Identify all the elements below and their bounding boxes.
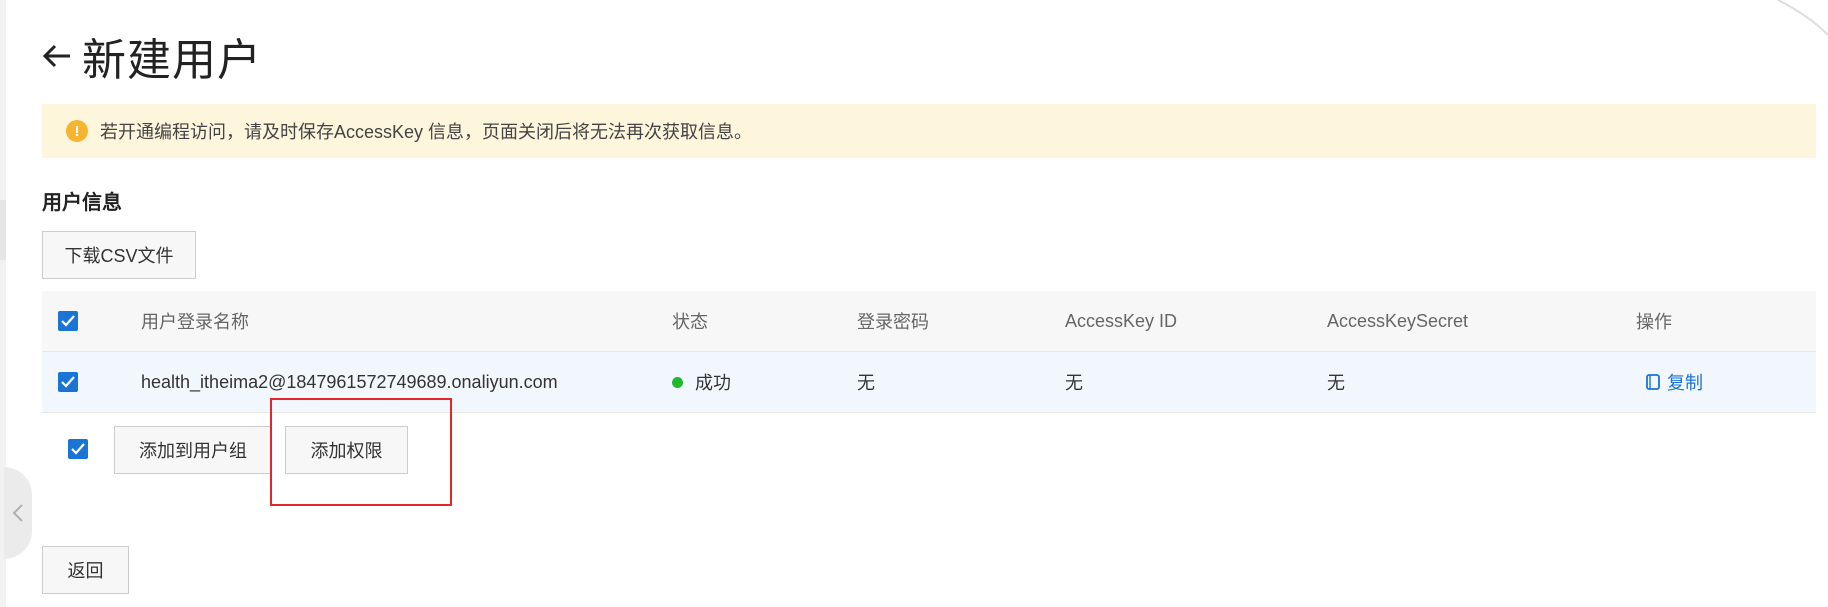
back-button[interactable]: 返回 bbox=[42, 546, 129, 594]
status-dot-icon bbox=[672, 376, 683, 388]
access-key-secret-value: 无 bbox=[1327, 373, 1345, 393]
row-checkbox[interactable] bbox=[58, 372, 78, 392]
table-header: 用户登录名称 状态 登录密码 AccessKey ID AccessKeySec… bbox=[42, 291, 1816, 352]
column-header-access-key-secret: AccessKeySecret bbox=[1327, 310, 1469, 331]
alert-text: 若开通编程访问，请及时保存AccessKey 信息，页面关闭后将无法再次获取信息… bbox=[100, 122, 753, 142]
page-title: 新建用户 bbox=[82, 36, 262, 85]
user-table: 用户登录名称 状态 登录密码 AccessKey ID AccessKeySec… bbox=[42, 291, 1816, 413]
row-checkbox-cell bbox=[58, 352, 78, 412]
arrow-left-icon[interactable] bbox=[40, 39, 74, 73]
bulk-select-checkbox[interactable] bbox=[68, 439, 88, 459]
login-name-value: health_itheima2@1847961572749689.onaliyu… bbox=[141, 371, 558, 392]
column-header-login-name: 用户登录名称 bbox=[141, 312, 249, 332]
add-permission-button[interactable]: 添加权限 bbox=[285, 426, 408, 474]
header-checkbox-cell bbox=[58, 291, 78, 351]
corner-decoration bbox=[1777, 0, 1828, 36]
column-header-access-key-id: AccessKey ID bbox=[1065, 310, 1178, 331]
column-header-actions: 操作 bbox=[1636, 312, 1672, 332]
checkmark-icon bbox=[61, 315, 75, 327]
checkmark-icon bbox=[71, 443, 85, 455]
select-all-checkbox[interactable] bbox=[58, 311, 78, 331]
copy-icon bbox=[1646, 374, 1660, 390]
access-key-id-value: 无 bbox=[1065, 373, 1083, 393]
sidebar-collapse-handle[interactable] bbox=[4, 467, 32, 559]
table-row: health_itheima2@1847961572749689.onaliyu… bbox=[42, 352, 1816, 413]
page-header: 新建用户 bbox=[40, 26, 262, 86]
copy-link[interactable]: 复制 bbox=[1645, 369, 1703, 395]
copy-label: 复制 bbox=[1667, 373, 1703, 393]
left-edge-strip-shade bbox=[0, 200, 6, 260]
actions-cell: 复制 bbox=[1645, 352, 1703, 412]
section-title: 用户信息 bbox=[42, 192, 122, 214]
add-to-user-group-button[interactable]: 添加到用户组 bbox=[114, 426, 272, 474]
column-header-status: 状态 bbox=[672, 312, 708, 332]
status-cell: 成功 bbox=[672, 352, 731, 412]
warning-alert: ! 若开通编程访问，请及时保存AccessKey 信息，页面关闭后将无法再次获取… bbox=[42, 104, 1816, 158]
download-csv-button[interactable]: 下载CSV文件 bbox=[42, 231, 196, 279]
warning-icon: ! bbox=[66, 120, 88, 142]
password-value: 无 bbox=[857, 373, 875, 393]
chevron-left-icon bbox=[12, 504, 23, 522]
checkmark-icon bbox=[61, 376, 75, 388]
column-header-password: 登录密码 bbox=[857, 312, 929, 332]
status-value: 成功 bbox=[695, 373, 731, 393]
